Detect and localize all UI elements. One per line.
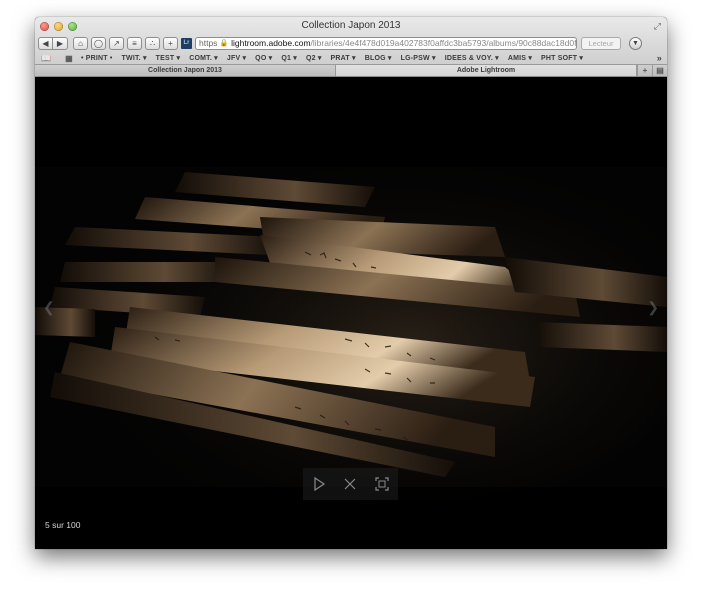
top-sites-icon[interactable]: ▦	[65, 54, 73, 63]
home-button[interactable]: ⌂	[73, 36, 88, 50]
tab-overview-icon[interactable]: ▤	[652, 65, 667, 76]
bookmark-item[interactable]: QO ▾	[255, 54, 272, 62]
bookmark-item[interactable]: • PRINT •	[81, 55, 113, 62]
play-button[interactable]	[308, 473, 330, 495]
downloads-button[interactable]: ▼	[629, 36, 642, 50]
pocket-icon: ◯	[94, 38, 103, 48]
network-button[interactable]: ∴	[145, 36, 160, 50]
network-icon: ∴	[149, 38, 156, 48]
window-title: Collection Japon 2013	[301, 20, 401, 31]
bookmark-item[interactable]: Q2 ▾	[306, 54, 322, 62]
download-icon: ▼	[632, 39, 639, 47]
plus-icon: +	[168, 38, 173, 48]
url-scheme: https	[199, 38, 218, 48]
bookmark-item[interactable]: PRAT ▾	[331, 54, 356, 62]
reading-list-icon[interactable]: 📖	[41, 54, 51, 63]
browser-window: Collection Japon 2013 ⤢ ◀ ▶ ⌂ ◯ ↗ ≡ ∴ + …	[35, 17, 667, 549]
url-path: /libraries/4e4f478d019a402783f0affdc3ba5…	[310, 38, 577, 48]
bookmark-item[interactable]: AMIS ▾	[508, 54, 532, 62]
reload-icon[interactable]: ↻	[576, 39, 577, 48]
new-tab-icon[interactable]: +	[637, 65, 652, 76]
close-icon	[345, 478, 356, 490]
browser-chrome: Collection Japon 2013 ⤢ ◀ ▶ ⌂ ◯ ↗ ≡ ∴ + …	[35, 17, 667, 65]
forward-arrow-icon: ▶	[56, 38, 64, 48]
back-button[interactable]: ◀	[38, 36, 53, 50]
play-icon	[314, 476, 325, 492]
bookmark-item[interactable]: PHT SOFT ▾	[541, 54, 583, 62]
tab-collection-japon[interactable]: Collection Japon 2013	[35, 65, 336, 76]
bookmark-item[interactable]: BLOG ▾	[365, 54, 392, 62]
close-viewer-button[interactable]	[339, 473, 361, 495]
fit-screen-icon	[375, 477, 389, 491]
tab-adobe-lightroom[interactable]: Adobe Lightroom	[336, 65, 637, 76]
home-icon: ⌂	[78, 38, 83, 48]
bookmark-item[interactable]: LG-PSW ▾	[401, 54, 436, 62]
slideshow-controls	[303, 468, 398, 500]
bookmark-item[interactable]: COMT. ▾	[189, 54, 218, 62]
add-bookmark-button[interactable]: +	[163, 36, 178, 50]
reader-button[interactable]: Lecteur	[581, 36, 621, 50]
bookmark-item[interactable]: TEST ▾	[156, 54, 181, 62]
previous-photo-icon[interactable]: ❮	[43, 299, 55, 316]
share-button[interactable]: ↗	[109, 36, 124, 50]
layers-button[interactable]: ≡	[127, 36, 142, 50]
address-bar[interactable]: https 🔒 lightroom.adobe.com /libraries/4…	[195, 36, 577, 50]
pocket-button[interactable]: ◯	[91, 36, 106, 50]
bookmark-item[interactable]: JFV ▾	[227, 54, 246, 62]
forward-button[interactable]: ▶	[53, 36, 68, 50]
layers-icon: ≡	[132, 38, 137, 48]
more-bookmarks-icon[interactable]: »	[657, 53, 662, 63]
lightroom-favicon-icon: Lr	[181, 37, 192, 49]
bookmark-item[interactable]: IDEES & VOY. ▾	[445, 54, 499, 62]
back-arrow-icon: ◀	[42, 38, 49, 48]
bookmarks-bar: 📖 ▦ • PRINT • TWIT. ▾ TEST ▾ COMT. ▾ JFV…	[35, 52, 667, 64]
lock-icon: 🔒	[219, 40, 229, 47]
browser-toolbar: ◀ ▶ ⌂ ◯ ↗ ≡ ∴ + Lr https 🔒 lightroom.ado…	[38, 35, 664, 51]
fullscreen-icon[interactable]: ⤢	[654, 21, 661, 32]
bookmark-item[interactable]: TWIT. ▾	[122, 54, 147, 62]
fit-screen-button[interactable]	[371, 473, 393, 495]
share-icon: ↗	[113, 38, 120, 48]
tab-bar: Collection Japon 2013 Adobe Lightroom + …	[35, 65, 667, 77]
url-host: lightroom.adobe.com	[231, 38, 311, 48]
next-photo-icon[interactable]: ❯	[647, 299, 659, 316]
bookmark-item[interactable]: Q1 ▾	[281, 54, 297, 62]
photo-counter: 5 sur 100	[45, 520, 81, 530]
lightroom-viewer: ❮ ❯ 5 sur 100	[35, 77, 667, 549]
back-forward-group: ◀ ▶	[38, 36, 68, 50]
